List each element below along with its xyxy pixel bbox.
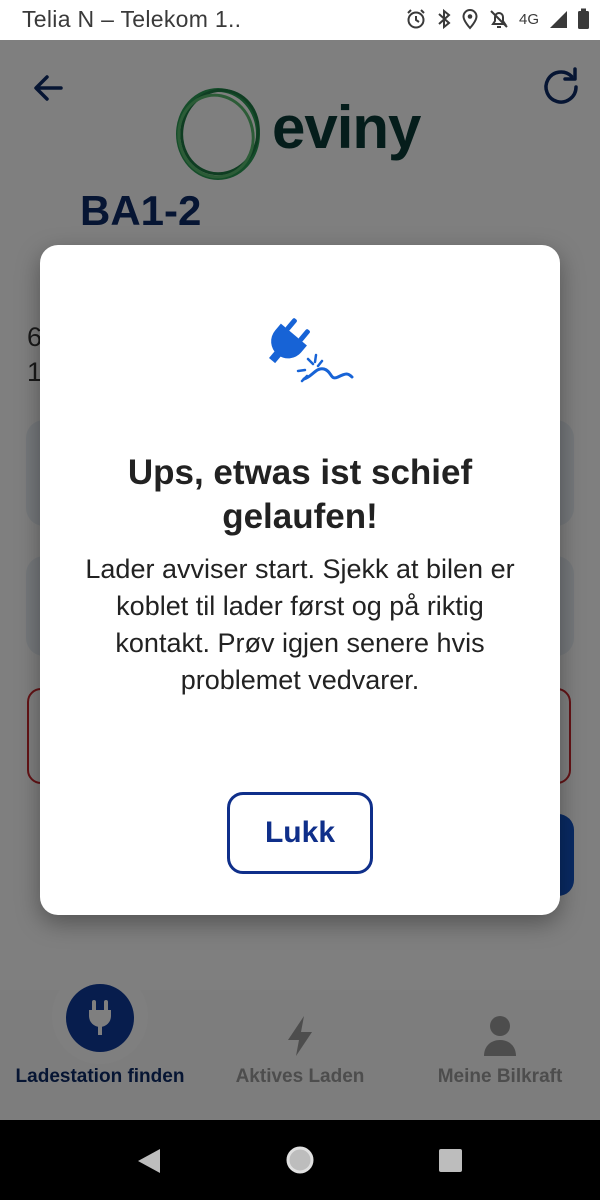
dialog-title: Ups, etwas ist schief gelaufen! bbox=[127, 453, 473, 536]
carrier-label: Telia N – Telekom 1.. bbox=[22, 6, 242, 32]
network-type-label: 4G bbox=[518, 10, 539, 28]
status-icons: 4G bbox=[405, 8, 590, 30]
close-button[interactable]: Lukk bbox=[227, 792, 373, 874]
home-circle-icon[interactable] bbox=[285, 1145, 315, 1175]
unplugged-icon bbox=[268, 318, 354, 383]
recents-square-icon[interactable] bbox=[438, 1148, 463, 1173]
alarm-icon bbox=[407, 9, 425, 29]
signal-icon bbox=[550, 11, 567, 28]
status-bar: Telia N – Telekom 1.. 4G bbox=[0, 0, 600, 40]
battery-icon bbox=[578, 8, 589, 29]
error-dialog: Ups, etwas ist schief gelaufen! Lader av… bbox=[40, 245, 560, 915]
dialog-message: Lader avviser start. Sjekk at bilen er k… bbox=[85, 554, 515, 695]
back-triangle-icon[interactable] bbox=[136, 1147, 162, 1175]
location-icon bbox=[462, 8, 478, 30]
system-nav-bar bbox=[0, 1120, 600, 1200]
notifications-off-icon bbox=[490, 10, 508, 28]
bluetooth-icon bbox=[438, 8, 451, 30]
